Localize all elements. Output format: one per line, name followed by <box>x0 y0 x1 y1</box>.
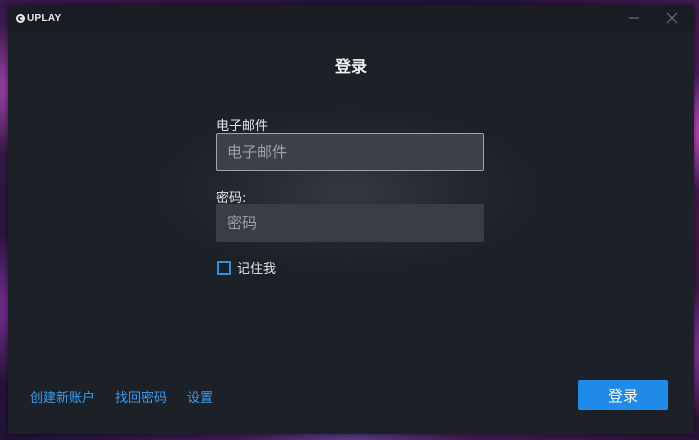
uplay-logo: UPLAY <box>16 11 61 25</box>
password-field[interactable] <box>216 204 484 242</box>
footer-links: 创建新账户 找回密码 设置 <box>30 387 213 406</box>
checkbox-box[interactable] <box>217 260 231 275</box>
recover-password-link[interactable]: 找回密码 <box>115 387 167 406</box>
close-icon <box>666 12 678 24</box>
login-button[interactable]: 登录 <box>578 380 668 410</box>
login-window: UPLAY 登录 电子邮件 密码: 记住我 创建新账户 找回密码 设置 登录 <box>8 5 694 434</box>
minimize-icon <box>629 17 639 19</box>
title-bar[interactable]: UPLAY <box>8 5 694 31</box>
email-label: 电子邮件 <box>216 119 269 134</box>
remember-me-label: 记住我 <box>237 262 277 277</box>
minimize-button[interactable] <box>624 8 644 28</box>
logo-text: UPLAY <box>27 12 62 24</box>
email-field[interactable] <box>216 133 484 171</box>
create-account-link[interactable]: 创建新账户 <box>30 387 95 406</box>
uplay-logo-icon <box>16 13 25 23</box>
remember-me-checkbox[interactable]: 记住我 <box>217 258 276 277</box>
page-title: 登录 <box>334 57 367 76</box>
settings-link[interactable]: 设置 <box>187 387 213 406</box>
close-button[interactable] <box>662 8 682 28</box>
